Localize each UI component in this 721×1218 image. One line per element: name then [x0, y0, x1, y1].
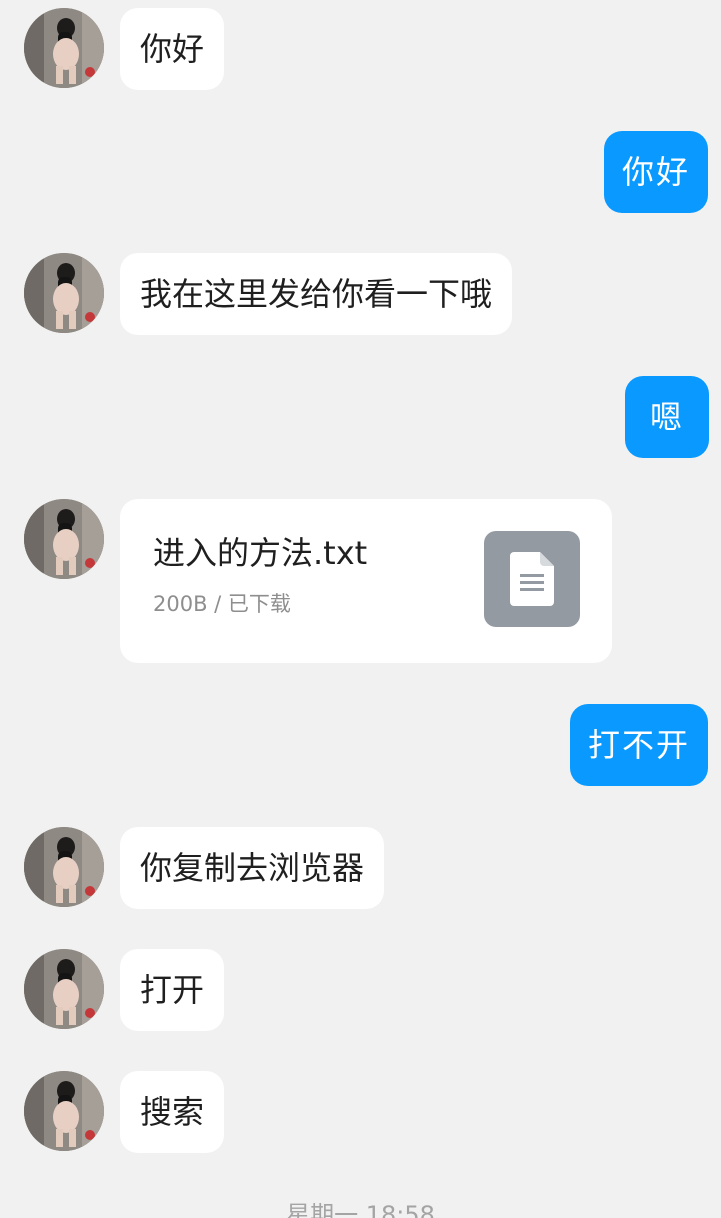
- file-name: 进入的方法.txt: [153, 534, 368, 572]
- message-bubble-incoming[interactable]: 搜索: [120, 1071, 225, 1153]
- chat-view: 你好 你好 我在这里发给你看一下哦 嗯 进入的方法.txt 200B / 已下载…: [0, 0, 721, 1218]
- contact-avatar[interactable]: [24, 827, 104, 907]
- contact-avatar[interactable]: [24, 499, 104, 579]
- message-bubble-outgoing[interactable]: 嗯: [625, 376, 709, 458]
- message-bubble-outgoing[interactable]: 你好: [604, 131, 708, 213]
- avatar-photo-icon: [24, 949, 104, 1029]
- avatar-photo-icon: [24, 1071, 104, 1151]
- document-icon: [484, 531, 580, 627]
- message-bubble-incoming[interactable]: 我在这里发给你看一下哦: [120, 253, 513, 335]
- avatar-photo-icon: [24, 499, 104, 579]
- avatar-photo-icon: [24, 8, 104, 88]
- contact-avatar[interactable]: [24, 253, 104, 333]
- message-timestamp: 星期一 18:58: [286, 1201, 435, 1218]
- contact-avatar[interactable]: [24, 949, 104, 1029]
- message-bubble-incoming[interactable]: 你复制去浏览器: [120, 827, 385, 909]
- contact-avatar[interactable]: [24, 1071, 104, 1151]
- avatar-photo-icon: [24, 827, 104, 907]
- message-bubble-incoming[interactable]: 打开: [120, 949, 225, 1031]
- message-bubble-outgoing[interactable]: 打不开: [570, 704, 708, 786]
- message-bubble-incoming[interactable]: 你好: [120, 8, 225, 90]
- file-size-status: 200B / 已下载: [153, 592, 291, 616]
- file-message-card[interactable]: 进入的方法.txt 200B / 已下载: [120, 499, 612, 663]
- avatar-photo-icon: [24, 253, 104, 333]
- contact-avatar[interactable]: [24, 8, 104, 88]
